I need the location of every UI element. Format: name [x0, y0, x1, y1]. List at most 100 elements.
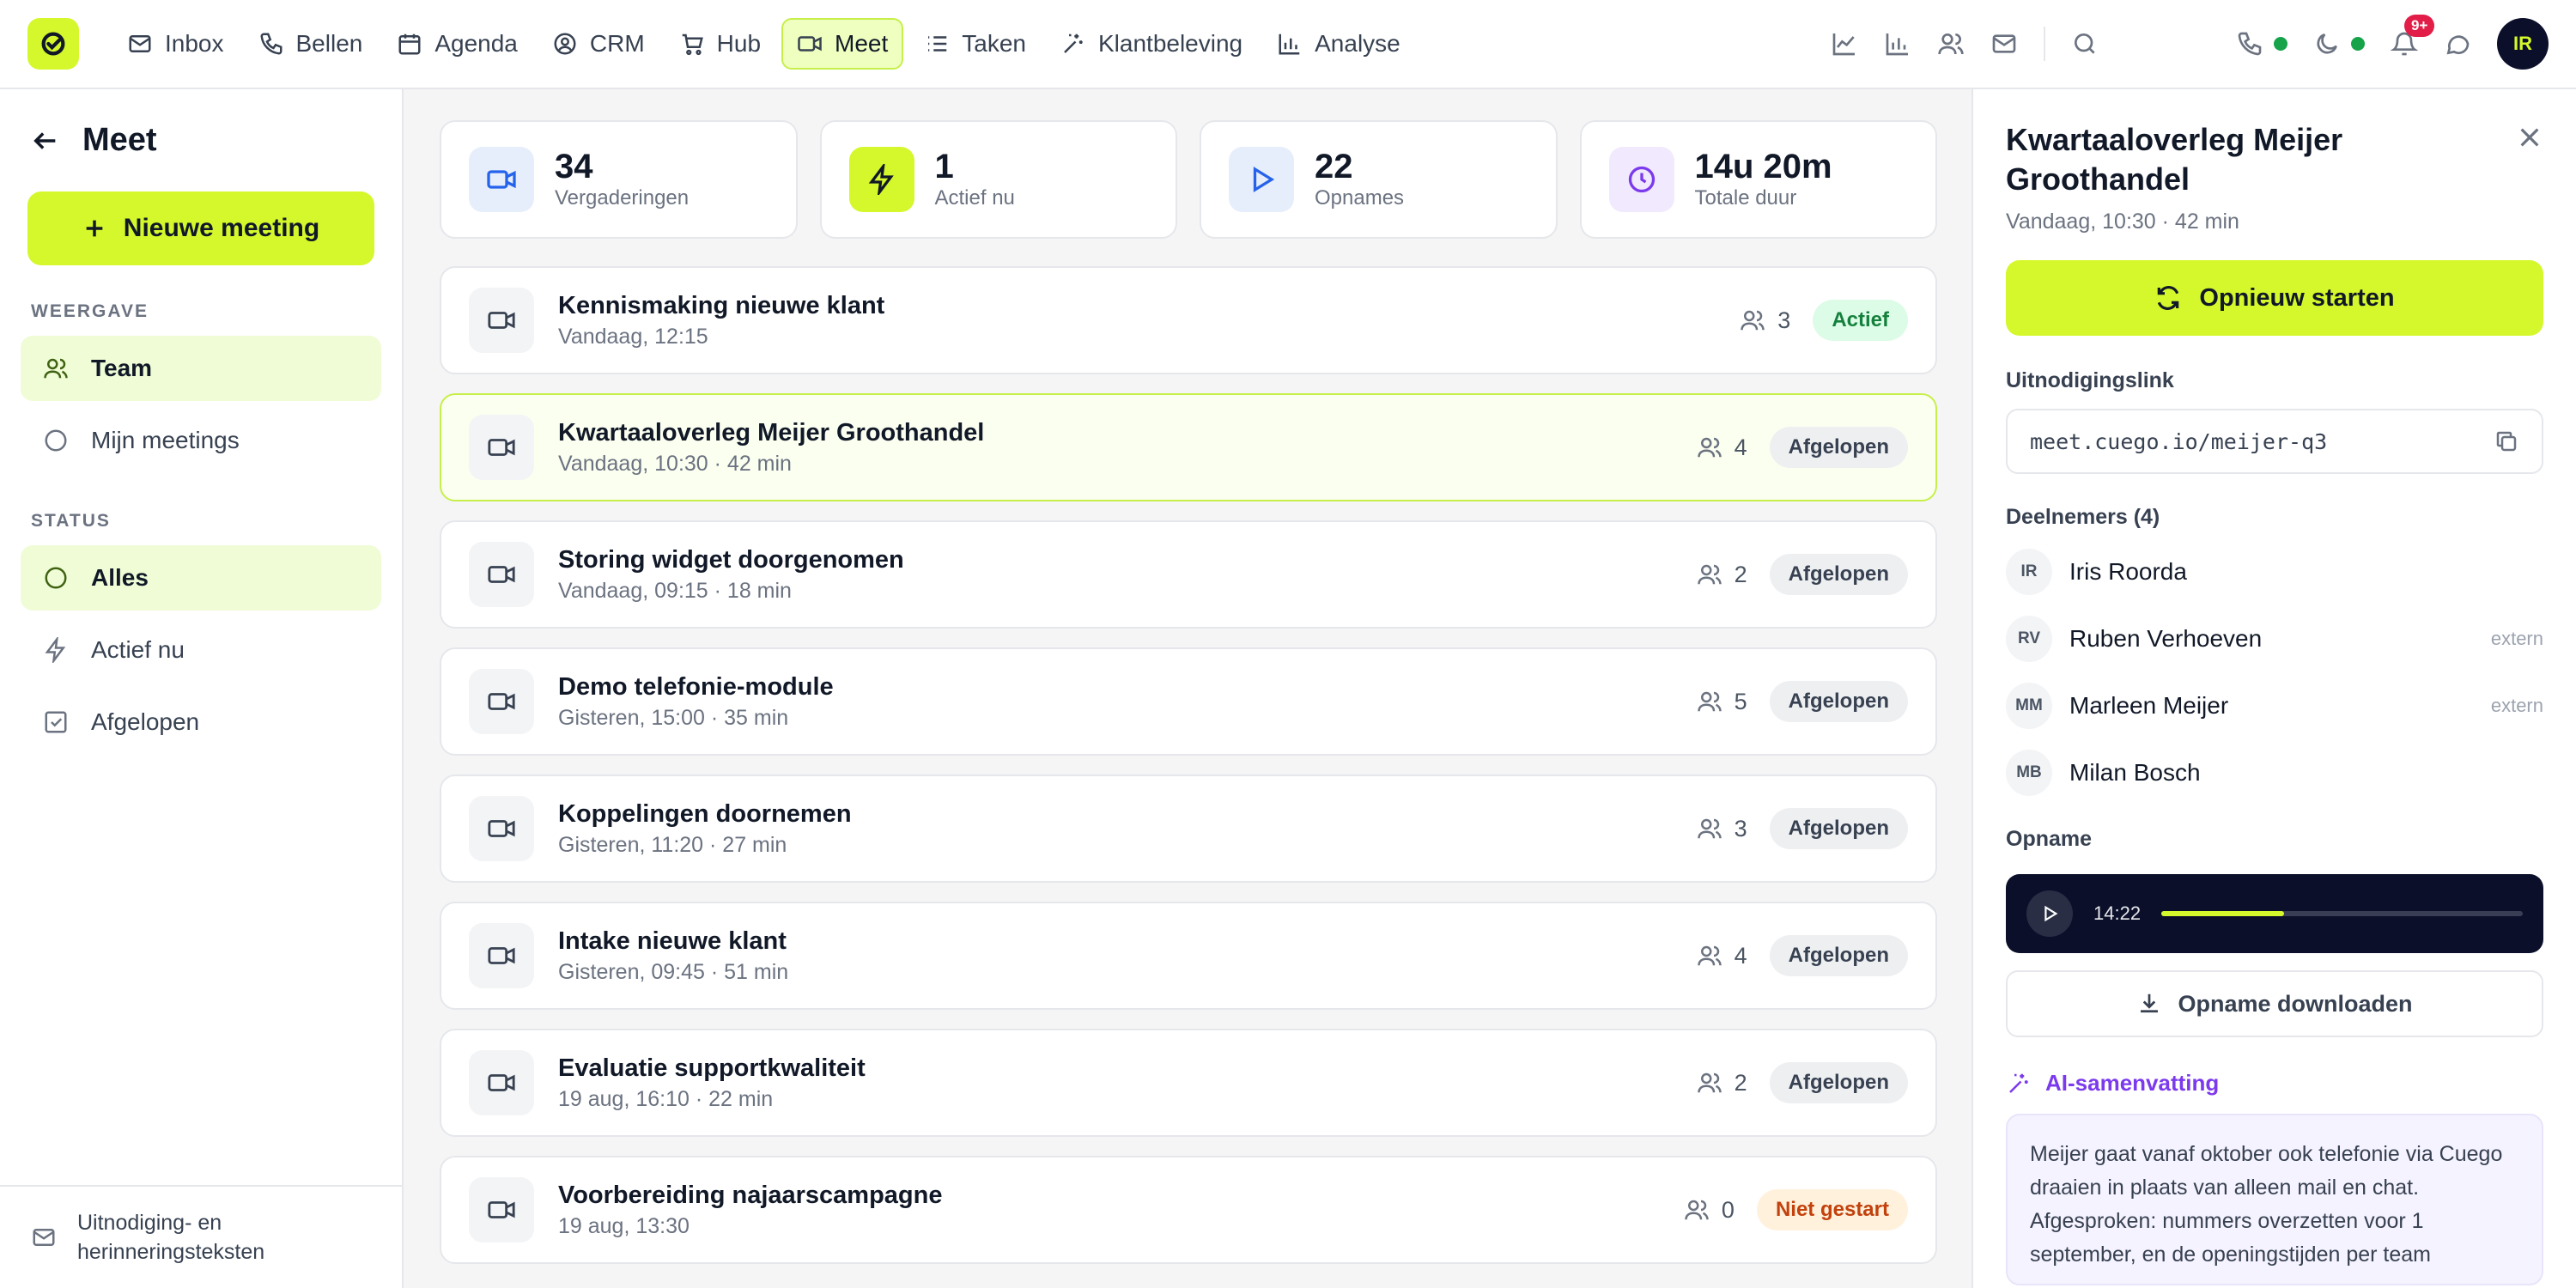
participant-count-value: 2 — [1734, 561, 1747, 587]
table-row[interactable]: Kennismaking nieuwe klant Vandaag, 12:15 3… — [440, 266, 1937, 374]
users-icon — [1697, 564, 1722, 585]
meeting-time: Gisteren, 15:00 · 35 min — [558, 706, 789, 730]
participant-list: IR Iris Roorda RV Ruben Verhoeven extern MM Ma… — [2006, 538, 2543, 806]
avatar: MB — [2006, 750, 2052, 796]
main-nav: Inbox Bellen Agenda CRM Hub Meet Taken Klantbel… — [113, 18, 1414, 70]
stats-row: 34 Vergaderingen 1 Actief nu 22 Opnames 14u… — [440, 120, 1937, 239]
row-icon-wrap — [469, 669, 534, 734]
notifications-button[interactable]: 9+ — [2391, 15, 2435, 58]
row-text: Koppelingen doornemen Gisteren, 11:20 · 2… — [558, 798, 852, 860]
invitation-texts-link[interactable]: Uitnodiging- en herinneringsteksten — [0, 1185, 402, 1288]
nav-item-analyse[interactable]: Analyse — [1263, 18, 1414, 70]
ai-summary-label: AI-samenvatting — [2045, 1070, 2220, 1096]
notification-badge: 9+ — [2404, 15, 2435, 37]
stat-label: Actief nu — [934, 186, 1015, 210]
view-list: Team Mijn meetings — [0, 336, 402, 473]
play-button[interactable] — [2026, 890, 2073, 937]
phone-status[interactable] — [2236, 30, 2287, 58]
row-meta: 4 Afgelopen — [1697, 935, 1908, 976]
nav-item-bellen[interactable]: Bellen — [245, 18, 377, 70]
list-item: MM Marleen Meijer extern — [2006, 672, 2543, 739]
nav-item-klantbeleving[interactable]: Klantbeleving — [1047, 18, 1256, 70]
row-meta: 3 Afgelopen — [1697, 808, 1908, 849]
meeting-title: Evaluatie supportkwaliteit — [558, 1054, 866, 1082]
availability-status[interactable] — [2313, 30, 2365, 58]
restart-label: Opnieuw starten — [2199, 283, 2395, 312]
sparkle-icon — [2009, 1073, 2028, 1093]
video-icon — [488, 1201, 515, 1218]
meeting-title: Demo telefonie-module — [558, 673, 834, 701]
play-icon — [1253, 167, 1275, 192]
table-row[interactable]: Intake nieuwe klant Gisteren, 09:45 · 51 … — [440, 902, 1937, 1010]
nav-item-label: Analyse — [1315, 30, 1400, 57]
status-badge: Afgelopen — [1769, 1062, 1908, 1103]
sidebar-item-my-meetings[interactable]: Mijn meetings — [21, 408, 381, 473]
logo-icon — [41, 32, 65, 56]
table-row[interactable]: Voorbereiding najaarscampagne 19 aug, 13:… — [440, 1156, 1937, 1264]
new-meeting-button[interactable]: Nieuwe meeting — [27, 191, 374, 265]
mail-icon[interactable] — [1990, 30, 2018, 58]
copy-icon[interactable] — [2494, 428, 2519, 454]
back-arrow-icon[interactable] — [31, 126, 60, 155]
line-chart-icon[interactable] — [1831, 30, 1858, 58]
invite-link-field[interactable]: meet.cuego.io/meijer-q3 — [2006, 409, 2543, 474]
chat-icon[interactable] — [2444, 30, 2471, 58]
download-recording-button[interactable]: Opname downloaden — [2006, 970, 2543, 1037]
row-meta: 3 Actief — [1740, 300, 1908, 341]
status-badge: Niet gestart — [1756, 1189, 1908, 1230]
nav-item-agenda[interactable]: Agenda — [383, 18, 532, 70]
status-badge: Actief — [1813, 300, 1908, 341]
sidebar-item-all[interactable]: Alles — [21, 545, 381, 611]
table-row[interactable]: Kwartaaloverleg Meijer Groothandel Vandaa… — [440, 393, 1937, 501]
search-icon[interactable] — [2071, 30, 2099, 58]
sidebar-item-team[interactable]: Team — [21, 336, 381, 401]
participant-count-value: 0 — [1721, 1196, 1735, 1223]
calendar-icon — [398, 33, 421, 55]
nav-item-hub[interactable]: Hub — [665, 18, 775, 70]
cart-icon — [682, 33, 703, 56]
participant-count-value: 3 — [1734, 815, 1747, 841]
row-icon-wrap — [469, 415, 534, 480]
restart-button[interactable]: Opnieuw starten — [2006, 260, 2543, 336]
close-icon[interactable] — [2516, 124, 2543, 151]
participant-type: extern — [2490, 695, 2543, 716]
meeting-title: Voorbereiding najaarscampagne — [558, 1182, 943, 1209]
clock-icon — [1628, 166, 1655, 193]
user-avatar[interactable]: IR — [2497, 18, 2549, 70]
nav-item-crm[interactable]: CRM — [538, 18, 659, 70]
lightning-icon — [45, 637, 66, 663]
nav-item-inbox[interactable]: Inbox — [113, 18, 238, 70]
table-row[interactable]: Koppelingen doornemen Gisteren, 11:20 · 2… — [440, 775, 1937, 883]
video-icon — [488, 947, 515, 964]
app-logo[interactable] — [27, 18, 79, 70]
meeting-title: Kwartaaloverleg Meijer Groothandel — [558, 419, 985, 447]
users-icon[interactable] — [1937, 30, 1965, 58]
footer-label: Uitnodiging- en herinneringsteksten — [77, 1208, 264, 1267]
row-text: Voorbereiding najaarscampagne 19 aug, 13:… — [558, 1179, 943, 1241]
table-row[interactable]: Evaluatie supportkwaliteit 19 aug, 16:10 … — [440, 1029, 1937, 1137]
detail-title: Kwartaaloverleg Meijer Groothandel — [2006, 122, 2343, 197]
row-text: Intake nieuwe klant Gisteren, 09:45 · 51 … — [558, 925, 788, 987]
users-icon — [1697, 818, 1722, 839]
participant-count: 0 — [1684, 1197, 1735, 1224]
meeting-time: Vandaag, 09:15 · 18 min — [558, 579, 792, 603]
avatar: RV — [2006, 616, 2052, 662]
ai-summary-header: AI-samenvatting — [2006, 1070, 2543, 1097]
list-item: RV Ruben Verhoeven extern — [2006, 605, 2543, 672]
table-row[interactable]: Storing widget doorgenomen Vandaag, 09:15… — [440, 520, 1937, 629]
sidebar-item-finished[interactable]: Afgelopen — [21, 690, 381, 755]
nav-item-label: Meet — [835, 30, 889, 57]
nav-item-meet[interactable]: Meet — [781, 18, 904, 70]
users-icon — [44, 358, 68, 379]
participant-count-value: 3 — [1777, 307, 1791, 333]
sidebar-item-active-now[interactable]: Actief nu — [21, 617, 381, 683]
nav-item-taken[interactable]: Taken — [910, 18, 1040, 70]
stat-label: Opnames — [1315, 186, 1405, 210]
bar-chart-icon[interactable] — [1884, 30, 1911, 58]
participant-count: 3 — [1740, 307, 1790, 334]
meeting-title: Intake nieuwe klant — [558, 927, 787, 955]
table-row[interactable]: Demo telefonie-module Gisteren, 15:00 · 3… — [440, 647, 1937, 756]
users-icon — [1697, 945, 1722, 966]
top-bar: Inbox Bellen Agenda CRM Hub Meet Taken Klantbel… — [0, 0, 2576, 89]
recording-progress-track[interactable] — [2161, 911, 2523, 916]
